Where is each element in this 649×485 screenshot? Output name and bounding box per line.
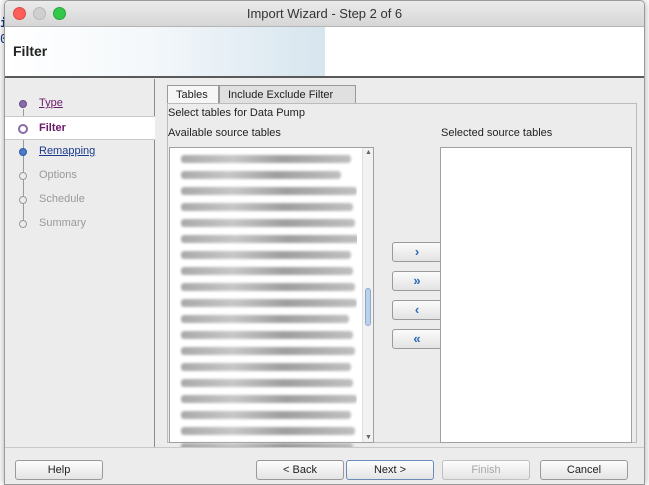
step-summary: Summary [5, 212, 155, 236]
available-table-item[interactable] [173, 264, 357, 277]
next-button[interactable]: Next > [346, 460, 434, 480]
help-button[interactable]: Help [15, 460, 103, 480]
redacted-table-name [181, 331, 353, 339]
step-current-icon [18, 124, 28, 134]
move-selected-right-button[interactable]: › [392, 242, 442, 262]
filter-heading: Select tables for Data Pump [168, 107, 305, 119]
available-table-item[interactable] [173, 280, 357, 293]
redacted-table-name [181, 283, 355, 291]
redacted-table-name [181, 411, 351, 419]
available-tables-label: Available source tables [168, 127, 281, 139]
redacted-table-name [181, 379, 353, 387]
step-options-label: Options [39, 169, 77, 181]
tab-include-exclude-filter[interactable]: Include Exclude Filter [219, 85, 356, 104]
available-table-item[interactable] [173, 232, 357, 245]
title-bar: Import Wizard - Step 2 of 6 [5, 1, 644, 27]
step-schedule-label: Schedule [39, 193, 85, 205]
move-all-right-button[interactable]: » [392, 271, 442, 291]
step-pending-icon [19, 196, 27, 204]
wizard-header: Filter [5, 27, 644, 78]
step-pending-icon [19, 172, 27, 180]
available-table-item[interactable] [173, 168, 357, 181]
available-table-item[interactable] [173, 216, 357, 229]
filter-content: Tables Include Exclude Filter Select tab… [155, 79, 644, 451]
tables-tab-panel: Select tables for Data Pump Available so… [167, 103, 637, 451]
redacted-table-name [181, 187, 357, 195]
back-button[interactable]: < Back [256, 460, 344, 480]
step-options: Options [5, 164, 155, 188]
available-table-item[interactable] [173, 200, 357, 213]
selected-tables-list[interactable] [440, 147, 632, 443]
step-pending-icon [19, 220, 27, 228]
available-table-item[interactable] [173, 312, 357, 325]
chevron-left-icon: ‹ [414, 302, 420, 317]
available-list-scrollbar[interactable]: ▲ ▼ [362, 148, 373, 442]
redacted-table-name [181, 299, 357, 307]
step-type-label[interactable]: Type [39, 97, 63, 109]
available-table-item[interactable] [173, 424, 357, 437]
available-table-item[interactable] [173, 152, 357, 165]
move-selected-left-button[interactable]: ‹ [392, 300, 442, 320]
available-table-item[interactable] [173, 184, 357, 197]
step-summary-label: Summary [39, 217, 87, 229]
redacted-table-name [181, 395, 357, 403]
window-title: Import Wizard - Step 2 of 6 [246, 6, 403, 21]
scroll-down-icon[interactable]: ▼ [365, 434, 372, 441]
header-banner [5, 27, 325, 76]
page-title: Filter [13, 43, 48, 59]
redacted-table-name [181, 267, 353, 275]
available-table-item[interactable] [173, 408, 357, 421]
wizard-button-bar: Help < Back Next > Finish Cancel [5, 447, 644, 484]
import-wizard-window: Import Wizard - Step 2 of 6 Filter Type … [4, 0, 645, 485]
redacted-table-name [181, 363, 351, 371]
finish-button: Finish [442, 460, 530, 480]
redacted-table-name [181, 251, 351, 259]
available-table-item[interactable] [173, 328, 357, 341]
redacted-table-name [181, 235, 357, 243]
available-table-item[interactable] [173, 296, 357, 309]
tab-tables[interactable]: Tables [167, 85, 219, 104]
chevron-right-icon: › [414, 244, 420, 259]
wizard-steps-panel: Type Filter Remapping Options Schedule S… [5, 79, 155, 447]
cancel-button[interactable]: Cancel [540, 460, 628, 480]
scroll-up-icon[interactable]: ▲ [365, 149, 372, 156]
scroll-thumb[interactable] [365, 288, 371, 326]
step-type[interactable]: Type [5, 92, 155, 116]
redacted-table-name [181, 219, 355, 227]
step-filter-label: Filter [39, 122, 66, 134]
redacted-table-name [181, 427, 355, 435]
available-table-item[interactable] [173, 376, 357, 389]
selected-tables-label: Selected source tables [441, 127, 553, 139]
step-available-icon [19, 148, 27, 156]
available-tables-list[interactable]: ▲ ▼ [169, 147, 374, 451]
step-remapping-label[interactable]: Remapping [39, 145, 95, 157]
step-schedule: Schedule [5, 188, 155, 212]
redacted-table-name [181, 155, 351, 163]
redacted-table-name [181, 203, 353, 211]
available-table-item[interactable] [173, 248, 357, 261]
double-chevron-left-icon: « [413, 331, 421, 346]
move-all-left-button[interactable]: « [392, 329, 442, 349]
available-table-item[interactable] [173, 392, 357, 405]
redacted-table-name [181, 315, 349, 323]
available-table-item[interactable] [173, 344, 357, 357]
redacted-table-name [181, 171, 341, 179]
redacted-table-name [181, 347, 355, 355]
step-filter[interactable]: Filter [5, 116, 155, 140]
double-chevron-right-icon: » [413, 273, 421, 288]
step-remapping[interactable]: Remapping [5, 140, 155, 164]
available-table-item[interactable] [173, 360, 357, 373]
step-completed-icon [19, 100, 27, 108]
